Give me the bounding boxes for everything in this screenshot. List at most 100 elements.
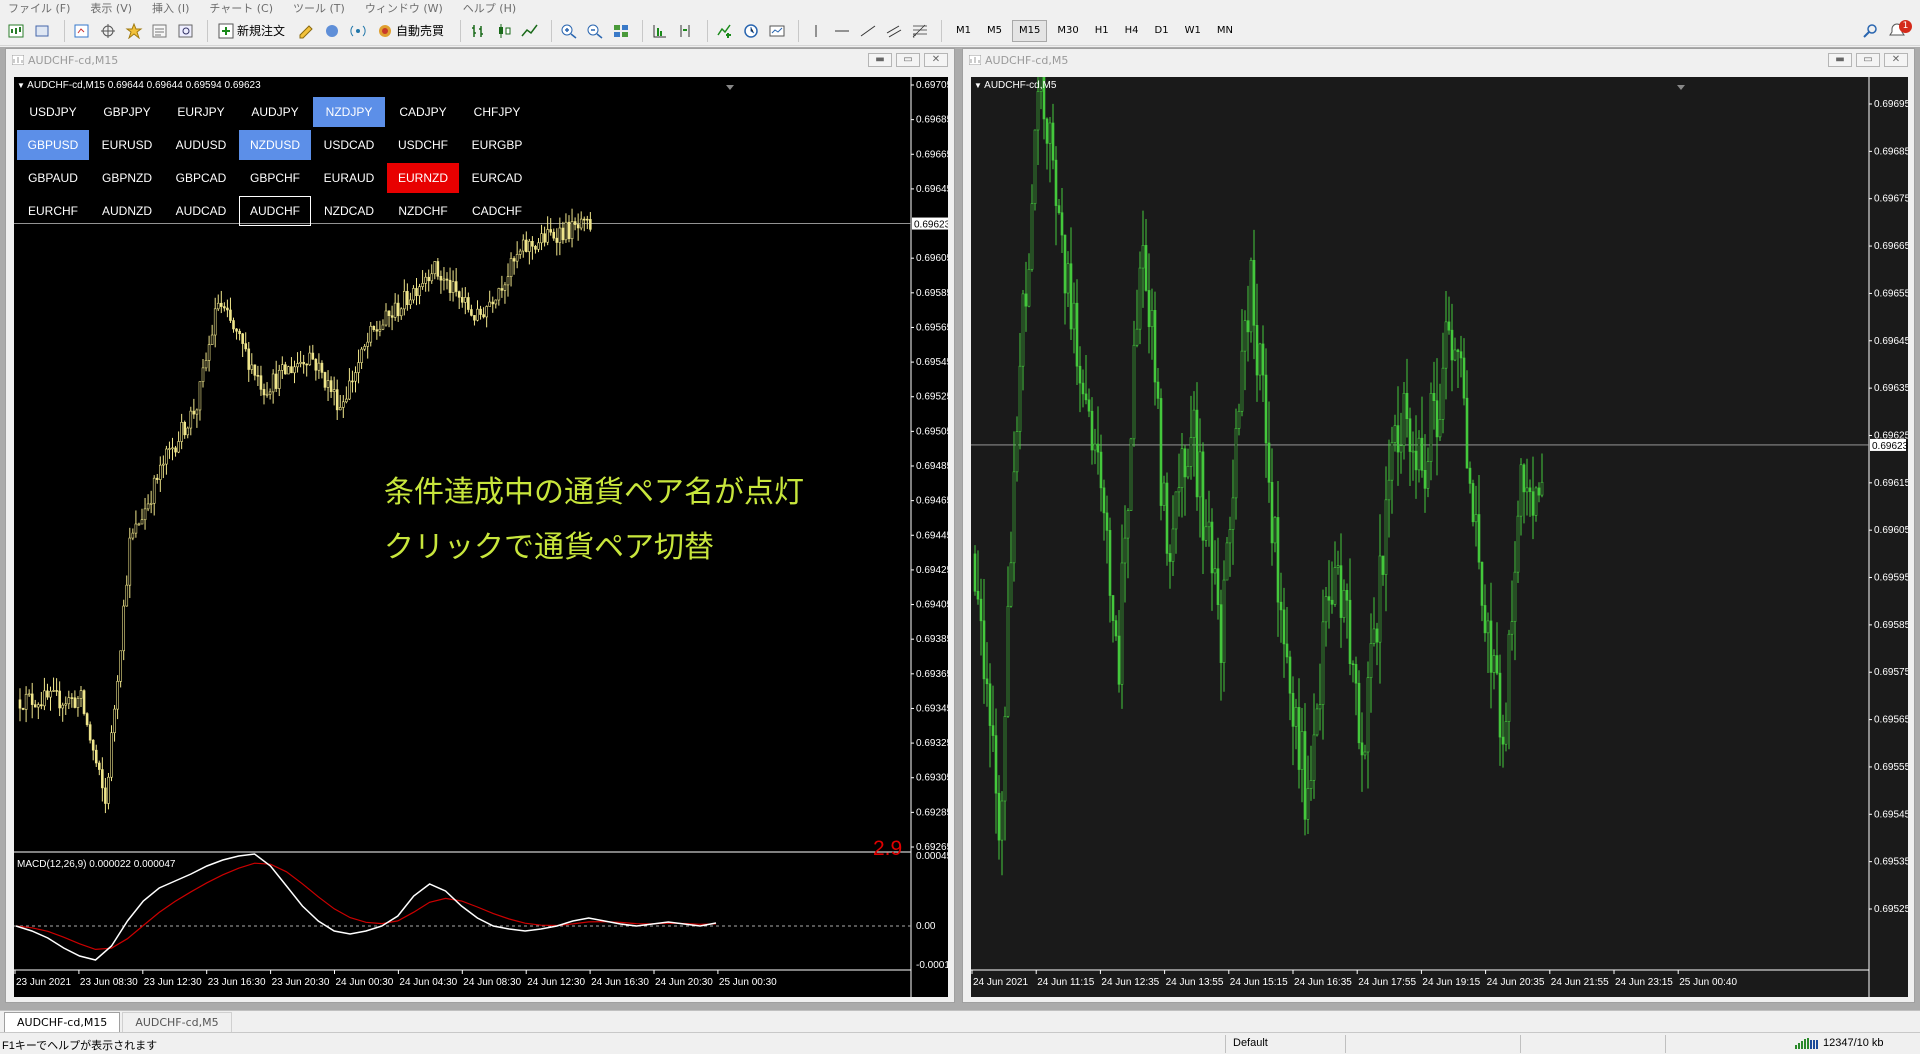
pair-button-eurnzd[interactable]: EURNZD bbox=[387, 163, 459, 193]
timeframe-d1[interactable]: D1 bbox=[1149, 20, 1175, 42]
menu-insert[interactable]: 挿入 (I) bbox=[152, 0, 189, 16]
navigator-icon[interactable] bbox=[123, 20, 145, 42]
pair-button-eurchf[interactable]: EURCHF bbox=[17, 196, 89, 226]
pair-button-audjpy[interactable]: AUDJPY bbox=[239, 97, 311, 127]
pair-button-cadchf[interactable]: CADCHF bbox=[461, 196, 533, 226]
pair-button-usdcad[interactable]: USDCAD bbox=[313, 130, 385, 160]
horizontal-line-icon[interactable] bbox=[831, 20, 853, 42]
pair-button-gbpnzd[interactable]: GBPNZD bbox=[91, 163, 163, 193]
periods-icon[interactable] bbox=[740, 20, 762, 42]
vertical-line-icon[interactable] bbox=[805, 20, 827, 42]
maximize-button[interactable]: ▭ bbox=[1856, 53, 1880, 67]
fibonacci-icon[interactable]: F bbox=[909, 20, 931, 42]
chart-menu-icon[interactable]: ▼ bbox=[17, 81, 25, 90]
terminal-icon[interactable] bbox=[149, 20, 171, 42]
menu-help[interactable]: ヘルプ (H) bbox=[463, 0, 516, 16]
timeframe-h1[interactable]: H1 bbox=[1089, 20, 1115, 42]
zoom-out-icon[interactable] bbox=[584, 20, 606, 42]
timeframe-mn[interactable]: MN bbox=[1211, 20, 1239, 42]
signals-icon[interactable] bbox=[347, 20, 369, 42]
pair-button-usdjpy[interactable]: USDJPY bbox=[17, 97, 89, 127]
candle-bull bbox=[360, 348, 363, 363]
timeframe-m5[interactable]: M5 bbox=[981, 20, 1008, 42]
pair-button-usdchf[interactable]: USDCHF bbox=[387, 130, 459, 160]
candle-bear bbox=[396, 302, 400, 317]
chart-window-m5[interactable]: AUDCHF-cd,M5 ▬ ▭ ✕ 0.69695 0.69685 0.69675… bbox=[962, 48, 1915, 1003]
pair-button-eurcad[interactable]: EURCAD bbox=[461, 163, 533, 193]
timeframe-w1[interactable]: W1 bbox=[1179, 20, 1207, 42]
candle-bull bbox=[1336, 565, 1340, 568]
menu-view[interactable]: 表示 (V) bbox=[90, 0, 132, 16]
pair-button-gbpaud[interactable]: GBPAUD bbox=[17, 163, 89, 193]
pair-button-gbpcad[interactable]: GBPCAD bbox=[165, 163, 237, 193]
chart-area-m15[interactable]: 0.69705 0.69685 0.69665 0.69645 0.69605 0.695… bbox=[14, 77, 948, 997]
pair-button-eurjpy[interactable]: EURJPY bbox=[165, 97, 237, 127]
line-chart-icon[interactable] bbox=[519, 20, 541, 42]
pair-button-gbpjpy[interactable]: GBPJPY bbox=[91, 97, 163, 127]
trendline-icon[interactable] bbox=[857, 20, 879, 42]
pair-button-gbpusd[interactable]: GBPUSD bbox=[17, 130, 89, 160]
chart-area-m5[interactable]: 0.69695 0.69685 0.69675 0.69665 0.69655 0.696… bbox=[971, 77, 1908, 997]
maximize-button[interactable]: ▭ bbox=[896, 53, 920, 67]
search-icon[interactable] bbox=[1860, 20, 1882, 42]
pair-button-eurusd[interactable]: EURUSD bbox=[91, 130, 163, 160]
timeframe-h4[interactable]: H4 bbox=[1119, 20, 1145, 42]
menu-file[interactable]: ファイル (F) bbox=[8, 0, 70, 16]
profiles-icon[interactable] bbox=[32, 20, 54, 42]
pair-button-chfjpy[interactable]: CHFJPY bbox=[461, 97, 533, 127]
pair-button-audnzd[interactable]: AUDNZD bbox=[91, 196, 163, 226]
pair-button-audcad[interactable]: AUDCAD bbox=[165, 196, 237, 226]
timeframe-m15[interactable]: M15 bbox=[1012, 19, 1048, 42]
close-button[interactable]: ✕ bbox=[1884, 53, 1908, 67]
pair-button-audchf[interactable]: AUDCHF bbox=[239, 196, 311, 226]
candle-bear bbox=[1291, 692, 1295, 727]
candle-bear bbox=[1480, 561, 1484, 606]
timeframe-m1[interactable]: M1 bbox=[950, 20, 977, 42]
tab-audchf-m5[interactable]: AUDCHF-cd,M5 bbox=[122, 1012, 232, 1032]
pair-button-audusd[interactable]: AUDUSD bbox=[165, 130, 237, 160]
market-watch-icon[interactable] bbox=[71, 20, 93, 42]
pair-button-cadjpy[interactable]: CADJPY bbox=[387, 97, 459, 127]
candle-bear bbox=[1276, 517, 1280, 603]
pair-button-nzdjpy[interactable]: NZDJPY bbox=[313, 97, 385, 127]
close-button[interactable]: ✕ bbox=[924, 53, 948, 67]
pair-button-nzdchf[interactable]: NZDCHF bbox=[387, 196, 459, 226]
candlestick-chart-m5[interactable]: 0.69695 0.69685 0.69675 0.69665 0.69655 0.696… bbox=[971, 77, 1908, 997]
templates-icon[interactable] bbox=[766, 20, 788, 42]
auto-scroll-icon[interactable] bbox=[649, 20, 671, 42]
indicators-icon[interactable] bbox=[714, 20, 736, 42]
tile-windows-icon[interactable] bbox=[610, 20, 632, 42]
candlestick-icon[interactable] bbox=[493, 20, 515, 42]
window-titlebar[interactable]: AUDCHF-cd,M5 ▬ ▭ ✕ bbox=[963, 49, 1914, 71]
candle-bull bbox=[363, 346, 366, 350]
chart-shift-icon[interactable] bbox=[675, 20, 697, 42]
chart-menu-icon[interactable]: ▼ bbox=[974, 81, 982, 90]
minimize-button[interactable]: ▬ bbox=[868, 53, 892, 67]
pair-button-nzdusd[interactable]: NZDUSD bbox=[239, 130, 311, 160]
time-label: 24 Jun 17:55 bbox=[1358, 977, 1416, 988]
bar-chart-icon[interactable] bbox=[467, 20, 489, 42]
tab-audchf-m15[interactable]: AUDCHF-cd,M15 bbox=[4, 1012, 121, 1032]
menu-tools[interactable]: ツール (T) bbox=[293, 0, 345, 16]
new-order-button[interactable]: 新規注文 bbox=[214, 19, 289, 43]
pair-button-eurgbp[interactable]: EURGBP bbox=[461, 130, 533, 160]
pair-button-gbpchf[interactable]: GBPCHF bbox=[239, 163, 311, 193]
chart-window-m15[interactable]: AUDCHF-cd,M15 ▬ ▭ ✕ 0.69705 0.69685 0.6966… bbox=[5, 48, 955, 1003]
data-window-icon[interactable] bbox=[97, 20, 119, 42]
zoom-in-icon[interactable] bbox=[558, 20, 580, 42]
mql5-icon[interactable] bbox=[321, 20, 343, 42]
auto-trading-button[interactable]: 自動売買 bbox=[373, 19, 448, 43]
timeframe-m30[interactable]: M30 bbox=[1051, 20, 1084, 42]
alerts-icon[interactable]: 1 bbox=[1886, 19, 1912, 42]
channel-icon[interactable] bbox=[883, 20, 905, 42]
pair-button-nzdcad[interactable]: NZDCAD bbox=[313, 196, 385, 226]
new-chart-icon[interactable] bbox=[6, 20, 28, 42]
menu-chart[interactable]: チャート (C) bbox=[209, 0, 273, 16]
strategy-tester-icon[interactable] bbox=[175, 20, 197, 42]
metaeditor-icon[interactable] bbox=[295, 20, 317, 42]
menu-window[interactable]: ウィンドウ (W) bbox=[365, 0, 443, 16]
window-titlebar[interactable]: AUDCHF-cd,M15 ▬ ▭ ✕ bbox=[6, 49, 954, 71]
candle-bull bbox=[79, 690, 83, 699]
minimize-button[interactable]: ▬ bbox=[1828, 53, 1852, 67]
pair-button-euraud[interactable]: EURAUD bbox=[313, 163, 385, 193]
